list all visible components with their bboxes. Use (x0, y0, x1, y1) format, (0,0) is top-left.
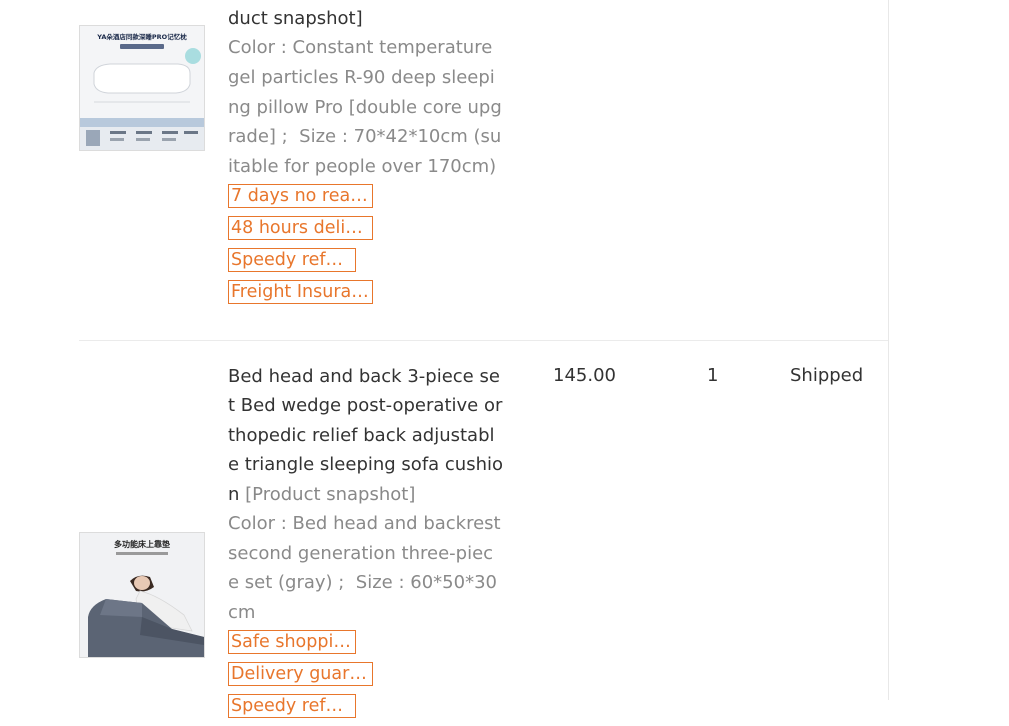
tag-safe-shopping[interactable]: Safe shopping (228, 630, 356, 655)
tag-freight-insurance[interactable]: Freight Insurance (228, 280, 373, 305)
product-title-continuation[interactable]: duct snapshot] (228, 4, 504, 33)
order-status: Shipped (790, 365, 864, 386)
tag-delivery-48h[interactable]: 48 hours delivery (228, 216, 373, 241)
product-attributes: Color : Bed head and backrest second gen… (228, 513, 501, 623)
image-caption-1: YA朵酒店同款深睡PRO记忆枕 (96, 32, 187, 41)
service-tags: Safe shopping Delivery guarantee Speedy … (228, 630, 504, 719)
product-info-2: Bed head and back 3-piece set Bed wedge … (228, 362, 504, 726)
service-tags: 7 days no reason return 48 hours deliver… (228, 184, 504, 305)
product-title-block: Bed head and back 3-piece set Bed wedge … (228, 362, 504, 509)
image-caption-2: 多功能床上靠垫 (114, 539, 170, 549)
product-thumbnail-pillow[interactable]: YA朵酒店同款深睡PRO记忆枕 (79, 25, 205, 151)
product-snapshot-link[interactable]: [Product snapshot] (245, 484, 415, 505)
unit-price: 145.00 (553, 365, 616, 386)
quantity: 1 (707, 365, 719, 386)
pillow-product-image: YA朵酒店同款深睡PRO记忆枕 (80, 26, 204, 150)
tag-delivery-guarantee[interactable]: Delivery guarantee (228, 662, 373, 687)
tag-speedy-refund[interactable]: Speedy refund (228, 694, 356, 719)
wedge-cushion-product-image: 多功能床上靠垫 (80, 533, 204, 657)
product-info-1: duct snapshot] Color : Constant temperat… (228, 4, 504, 312)
product-thumbnail-wedge[interactable]: 多功能床上靠垫 (79, 532, 205, 658)
table-right-border (888, 0, 889, 700)
product-attributes: Color : Constant temperature gel particl… (228, 37, 502, 177)
tag-speedy-refund[interactable]: Speedy refund (228, 248, 356, 273)
tag-no-reason-return[interactable]: 7 days no reason return (228, 184, 373, 209)
row-divider (79, 340, 888, 341)
